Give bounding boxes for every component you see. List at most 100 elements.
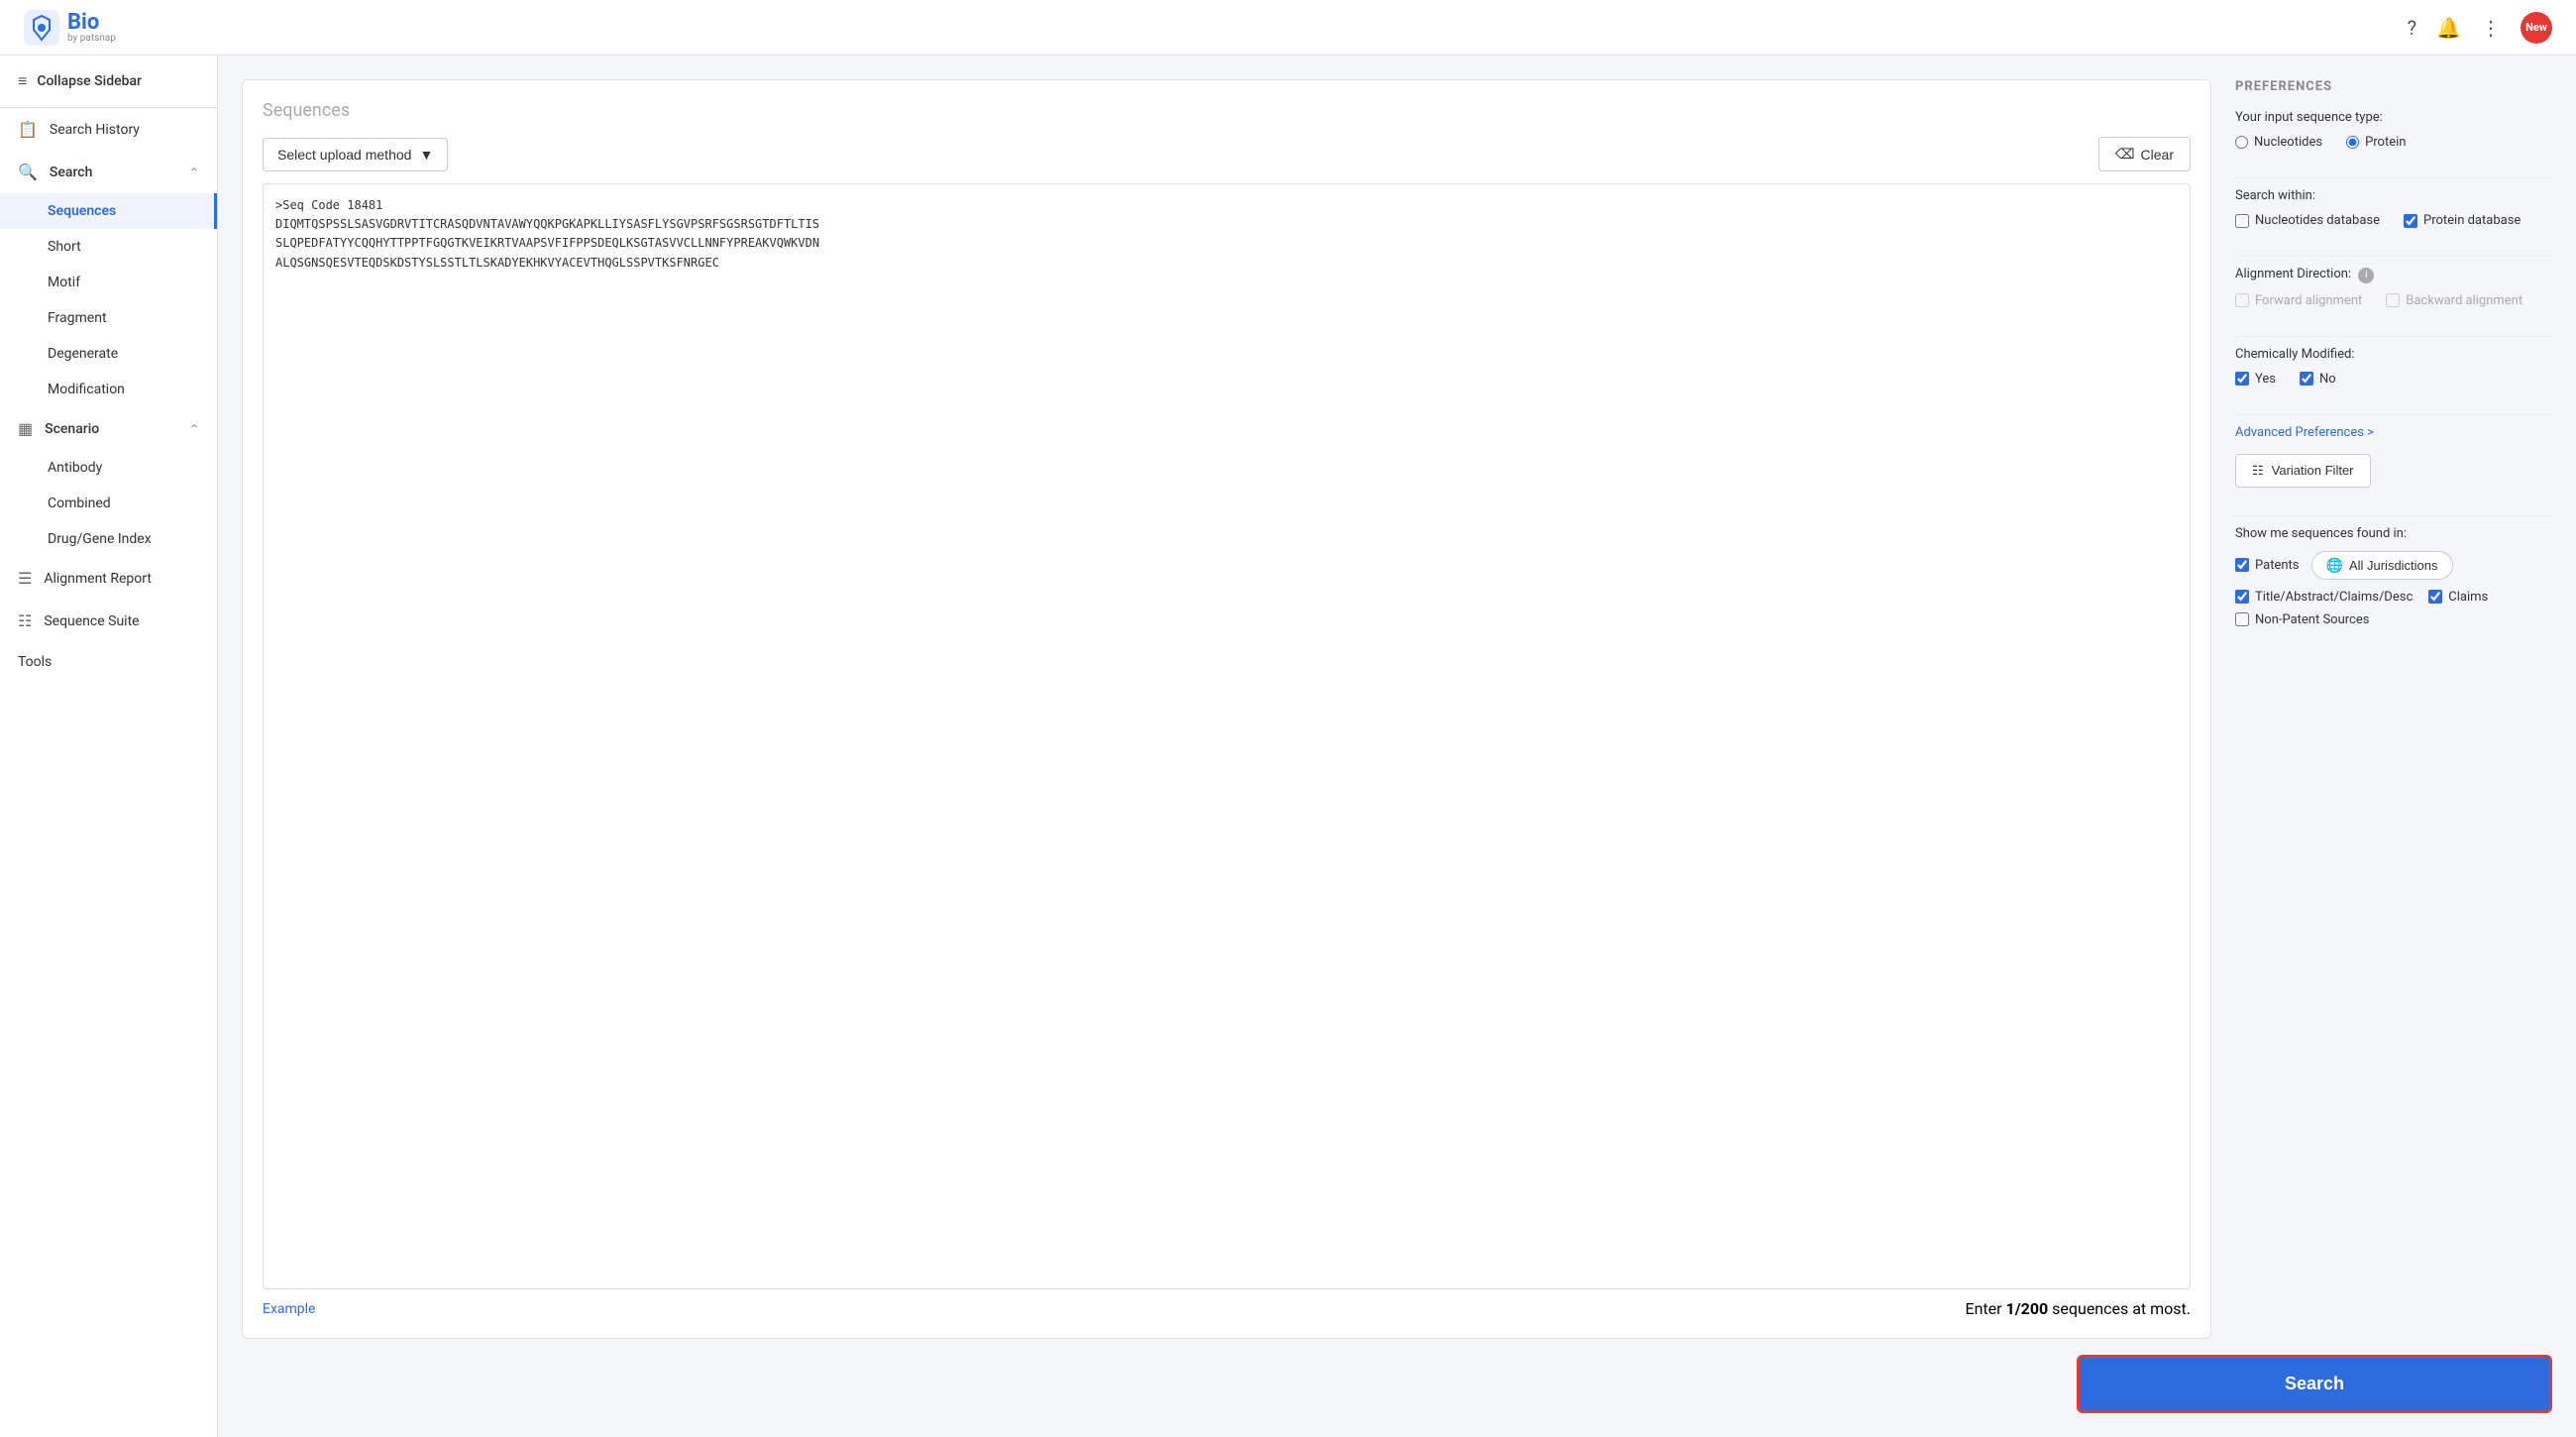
input-sequence-type-section: Your input sequence type: Nucleotides Pr…: [2235, 110, 2552, 150]
seq-count-bold: 1/200: [2006, 1299, 2049, 1318]
sidebar-item-search-history[interactable]: 📋 Search History: [0, 108, 217, 151]
input-sequence-type-label: Your input sequence type:: [2235, 110, 2552, 125]
sidebar-scenario-group[interactable]: ▦ Scenario ⌃: [0, 407, 217, 450]
clear-label: Clear: [2141, 147, 2174, 163]
show-me-label: Show me sequences found in:: [2235, 526, 2552, 541]
no-checkbox[interactable]: [2300, 372, 2313, 386]
eraser-icon: ⌫: [2115, 146, 2135, 163]
sequences-footer: Example Enter 1/200 sequences at most.: [263, 1289, 2191, 1318]
scenario-group-left: ▦ Scenario: [18, 419, 99, 438]
sidebar-search-group[interactable]: 🔍 Search ⌃: [0, 151, 217, 193]
search-button-area: Search: [218, 1339, 2576, 1437]
new-badge: New: [2521, 12, 2552, 44]
collapse-sidebar-button[interactable]: ≡ Collapse Sidebar: [0, 55, 217, 108]
dropdown-chevron-icon: ▼: [419, 147, 433, 163]
tools-label: Tools: [18, 654, 52, 670]
search-within-options: Nucleotides database Protein database: [2235, 213, 2552, 228]
history-icon: 📋: [18, 120, 38, 139]
protein-radio[interactable]: [2346, 136, 2359, 149]
header-right: ? 🔔 ⋮ New: [2408, 12, 2552, 44]
variation-filter-button[interactable]: ☷ Variation Filter: [2235, 454, 2371, 488]
patents-row: Patents 🌐 All Jurisdictions: [2235, 551, 2552, 580]
search-group-label: Search: [50, 165, 92, 180]
nucleotides-db-option[interactable]: Nucleotides database: [2235, 213, 2380, 228]
bell-icon[interactable]: 🔔: [2436, 16, 2461, 40]
nucleotides-radio[interactable]: [2235, 136, 2248, 149]
sidebar: ≡ Collapse Sidebar 📋 Search History 🔍 Se…: [0, 55, 218, 1437]
forward-alignment-label: Forward alignment: [2255, 293, 2362, 308]
sidebar-item-alignment-report[interactable]: ☰ Alignment Report: [0, 557, 217, 600]
search-button[interactable]: Search: [2077, 1355, 2552, 1413]
backward-alignment-checkbox[interactable]: [2386, 293, 2400, 307]
sidebar-item-modification[interactable]: Modification: [0, 372, 217, 407]
non-patent-checkbox[interactable]: [2235, 612, 2249, 626]
sidebar-item-tools[interactable]: Tools: [0, 642, 217, 682]
preferences-title: PREFERENCES: [2235, 79, 2552, 94]
fragment-label: Fragment: [48, 310, 107, 326]
sidebar-item-degenerate[interactable]: Degenerate: [0, 336, 217, 372]
collapse-sidebar-label: Collapse Sidebar: [37, 73, 142, 89]
protein-db-label: Protein database: [2423, 213, 2521, 228]
sidebar-item-antibody[interactable]: Antibody: [0, 450, 217, 486]
sidebar-item-short[interactable]: Short: [0, 229, 217, 265]
example-link[interactable]: Example: [263, 1301, 315, 1317]
protein-db-checkbox[interactable]: [2404, 214, 2417, 228]
patents-checkbox[interactable]: [2235, 558, 2249, 572]
forward-alignment-checkbox[interactable]: [2235, 293, 2249, 307]
variation-filter-icon: ☷: [2252, 463, 2264, 479]
sequence-textarea[interactable]: [263, 183, 2191, 1289]
divider-5: [2235, 515, 2552, 516]
show-me-section: Show me sequences found in: Patents 🌐 Al…: [2235, 526, 2552, 627]
protein-db-option[interactable]: Protein database: [2404, 213, 2521, 228]
no-label: No: [2319, 372, 2336, 387]
sidebar-item-sequence-suite[interactable]: ☷ Sequence Suite: [0, 600, 217, 642]
sidebar-item-sequences[interactable]: Sequences: [0, 193, 217, 229]
sidebar-item-drug-gene[interactable]: Drug/Gene Index: [0, 521, 217, 557]
patents-option[interactable]: Patents: [2235, 558, 2300, 573]
logo-bio-text: Bio: [67, 12, 116, 34]
divider-1: [2235, 177, 2552, 178]
search-within-label: Search within:: [2235, 188, 2552, 203]
alignment-info-icon[interactable]: i: [2358, 268, 2374, 283]
upload-method-button[interactable]: Select upload method ▼: [263, 138, 448, 171]
search-group-icon: 🔍: [18, 163, 38, 181]
logo-icon: [24, 10, 59, 46]
sidebar-item-motif[interactable]: Motif: [0, 265, 217, 300]
yes-checkbox[interactable]: [2235, 372, 2249, 386]
search-history-label: Search History: [50, 122, 140, 138]
non-patent-label: Non-Patent Sources: [2255, 612, 2369, 627]
title-abstract-checkbox[interactable]: [2235, 590, 2249, 604]
all-jurisdictions-button[interactable]: 🌐 All Jurisdictions: [2311, 551, 2453, 580]
sequences-toolbar: Select upload method ▼ ⌫ Clear: [263, 137, 2191, 171]
backward-alignment-label: Backward alignment: [2406, 293, 2522, 308]
title-abstract-option[interactable]: Title/Abstract/Claims/Desc: [2235, 590, 2413, 605]
alignment-direction-label: Alignment Direction: i: [2235, 267, 2552, 283]
claims-option[interactable]: Claims: [2428, 590, 2488, 605]
main-layout: ≡ Collapse Sidebar 📋 Search History 🔍 Se…: [0, 55, 2576, 1437]
non-patent-option[interactable]: Non-Patent Sources: [2235, 612, 2552, 627]
nucleotides-db-checkbox[interactable]: [2235, 214, 2249, 228]
logo-text: Bio by patsnap: [67, 12, 116, 44]
divider-4: [2235, 414, 2552, 415]
sidebar-item-fragment[interactable]: Fragment: [0, 300, 217, 336]
yes-option[interactable]: Yes: [2235, 372, 2276, 387]
content-inner: Sequences Select upload method ▼ ⌫ Clear…: [218, 55, 2576, 1339]
help-icon[interactable]: ?: [2408, 16, 2416, 40]
nucleotides-radio-option[interactable]: Nucleotides: [2235, 135, 2322, 150]
advanced-preferences-link[interactable]: Advanced Preferences >: [2235, 425, 2552, 440]
degenerate-label: Degenerate: [48, 346, 118, 362]
protein-radio-option[interactable]: Protein: [2346, 135, 2406, 150]
modification-label: Modification: [48, 382, 125, 397]
no-option[interactable]: No: [2300, 372, 2336, 387]
grid-icon[interactable]: ⋮: [2481, 16, 2501, 40]
chemically-modified-options: Yes No: [2235, 372, 2552, 387]
backward-alignment-option[interactable]: Backward alignment: [2386, 293, 2522, 308]
scenario-icon: ▦: [18, 419, 33, 438]
sequence-suite-icon: ☷: [18, 611, 32, 630]
drug-gene-label: Drug/Gene Index: [48, 531, 152, 547]
clear-button[interactable]: ⌫ Clear: [2098, 137, 2191, 171]
divider-3: [2235, 336, 2552, 337]
sidebar-item-combined[interactable]: Combined: [0, 486, 217, 521]
claims-checkbox[interactable]: [2428, 590, 2442, 604]
forward-alignment-option[interactable]: Forward alignment: [2235, 293, 2362, 308]
